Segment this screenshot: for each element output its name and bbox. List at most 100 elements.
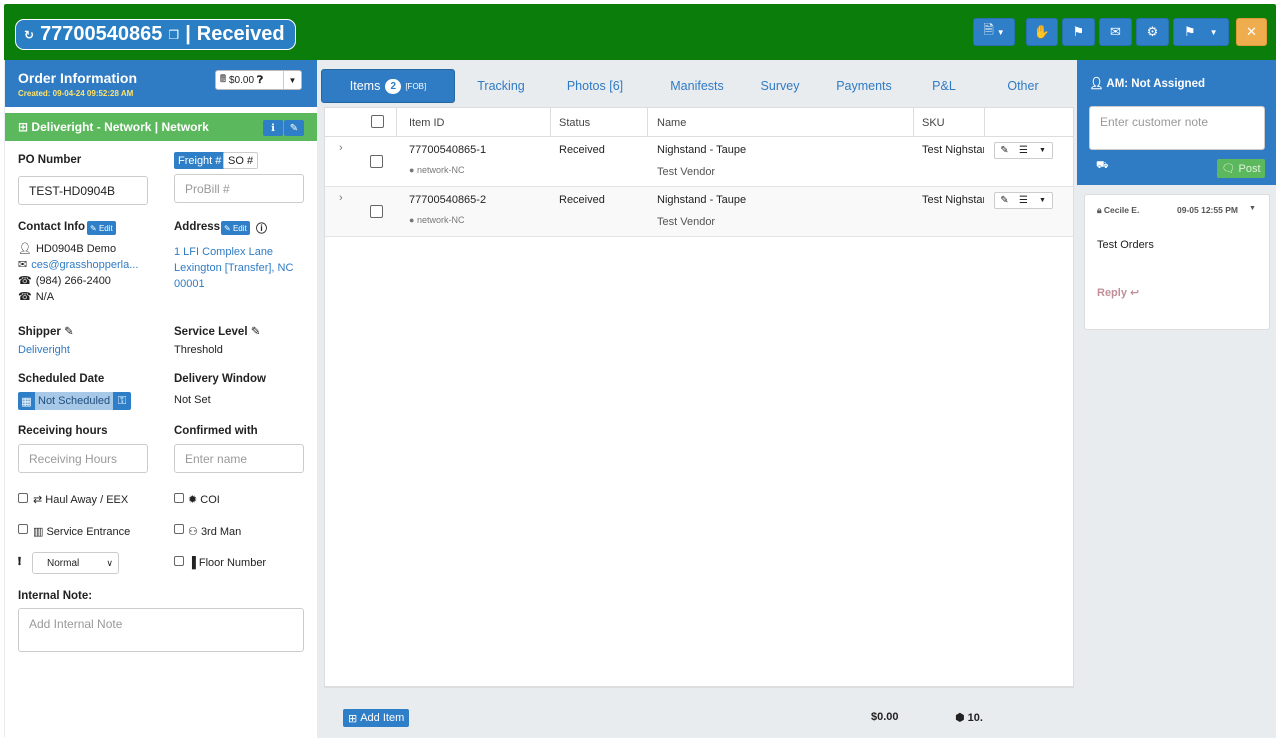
receiving-hours-input[interactable]: Receiving Hours <box>18 444 148 473</box>
info-icon[interactable]: ⓘ <box>256 220 267 236</box>
key-icon[interactable]: ⚿ <box>113 392 132 410</box>
email-button[interactable]: ✉ <box>1099 18 1132 46</box>
caret-down-icon[interactable]: ▼ <box>1033 147 1052 154</box>
item-status: Received <box>559 144 605 156</box>
probill-input[interactable]: ProBill # <box>174 174 304 203</box>
schedule-control[interactable]: ▦ Not Scheduled ⚿ <box>18 392 132 410</box>
flag-button[interactable]: ⚑ <box>1062 18 1095 46</box>
contact-info-label: Contact Info <box>18 221 86 233</box>
contact-edit-button[interactable]: ✎ Edit <box>87 221 116 235</box>
contact-phone: (984) 266-2400 <box>35 275 111 287</box>
contact-email-link[interactable]: ces@grasshopperla... <box>31 259 138 271</box>
header-item-id[interactable]: Item ID <box>409 117 444 129</box>
address-line2[interactable]: Lexington [Transfer], NC <box>174 262 293 274</box>
plus-square-icon: ⊞ <box>348 712 358 725</box>
reply-link[interactable]: Reply ↩ <box>1097 286 1139 299</box>
list-icon[interactable]: ☰ <box>1014 145 1033 156</box>
caret-down-icon: ▼ <box>1209 27 1218 37</box>
post-button[interactable]: 🗨︎ Post <box>1217 159 1265 178</box>
select-all-checkbox[interactable] <box>371 115 384 128</box>
users-icon: ⚇ <box>188 526 198 538</box>
po-number-input[interactable]: TEST-HD0904B <box>18 176 148 205</box>
coi-label: COI <box>200 494 220 506</box>
tab-pl[interactable]: P&L <box>924 69 964 103</box>
row-actions[interactable]: ✎ ☰ ▼ <box>994 192 1053 209</box>
alert-icon: ❗︎ <box>18 556 21 568</box>
add-item-label: Add Item <box>360 712 405 724</box>
tab-payments[interactable]: Payments <box>826 69 902 103</box>
tab-tracking[interactable]: Tracking <box>460 69 542 103</box>
contact-alt-phone: N/A <box>35 291 55 303</box>
row-checkbox[interactable] <box>370 205 383 218</box>
service-level-value: Threshold <box>174 344 223 356</box>
address-edit-button[interactable]: ✎ Edit <box>221 221 250 235</box>
top-bar: ↻ 77700540865 ❐ | Received 🗎 ▼ ✋ ⚑ ✉ ⚙ ⚑ ▼… <box>4 4 1276 60</box>
edit-icon[interactable]: ✎ <box>251 326 261 338</box>
amount-dropdown[interactable]: 🖩 $0.00 ❓︎ ▼ <box>215 70 302 90</box>
order-info-panel: Order Information Created: 09-04-24 09:5… <box>5 60 317 738</box>
flag-check-menu-button[interactable]: ⚑ ▼ <box>1173 18 1229 46</box>
document-menu-button[interactable]: 🗎 ▼ <box>973 18 1015 46</box>
shipper-label-text: Shipper <box>18 326 61 338</box>
tab-photos[interactable]: Photos [6] <box>554 69 636 103</box>
comment-menu-caret-icon[interactable]: ▼ <box>1249 205 1256 212</box>
freight-tab[interactable]: Freight # <box>174 152 226 169</box>
edit-icon[interactable]: ✎ <box>995 145 1014 156</box>
item-id[interactable]: 77700540865-2 <box>409 194 486 206</box>
document-icon: 🗎 <box>983 22 994 37</box>
caret-down-icon[interactable]: ▼ <box>1033 197 1052 204</box>
so-tab[interactable]: SO # <box>223 152 259 169</box>
header-sku[interactable]: SKU <box>922 117 945 129</box>
truck-icon[interactable]: ⛟ <box>1096 160 1109 173</box>
header-status[interactable]: Status <box>559 117 590 129</box>
address-line1[interactable]: 1 LFI Complex Lane <box>174 246 273 258</box>
hand-button[interactable]: ✋ <box>1026 18 1058 46</box>
plus-square-icon[interactable]: ⊞ <box>18 120 28 134</box>
priority-select[interactable]: Normal ∨ <box>32 552 119 574</box>
item-location: network-NC <box>416 215 465 225</box>
list-icon[interactable]: ☰ <box>1014 195 1033 206</box>
third-man-checkbox[interactable] <box>174 524 184 534</box>
order-number: 77700540865 <box>40 23 163 45</box>
service-level-label-text: Service Level <box>174 326 248 338</box>
info-button[interactable]: ℹ <box>263 120 283 136</box>
add-item-button[interactable]: ⊞ Add Item <box>343 709 410 727</box>
service-entrance-checkbox[interactable] <box>18 524 28 534</box>
created-timestamp: Created: 09-04-24 09:52:28 AM <box>18 89 134 98</box>
tab-items[interactable]: Items 2 [FOB] <box>321 69 455 103</box>
phone-icon: ☎ <box>18 275 32 287</box>
shipper-link[interactable]: Deliveright <box>18 344 70 356</box>
envelope-icon: ✉ <box>1110 24 1121 39</box>
order-info-title: Order Information <box>18 70 138 86</box>
header-name[interactable]: Name <box>657 117 686 129</box>
row-checkbox[interactable] <box>370 155 383 168</box>
item-id[interactable]: 77700540865-1 <box>409 144 486 156</box>
floor-number-checkbox[interactable] <box>174 556 184 566</box>
tab-survey[interactable]: Survey <box>745 69 815 103</box>
customer-note-input[interactable]: Enter customer note <box>1089 106 1265 150</box>
haul-away-checkbox[interactable] <box>18 493 28 503</box>
exchange-icon: ⇄ <box>33 494 43 506</box>
lock-icon: 🔒︎ <box>1097 205 1102 215</box>
confirmed-with-input[interactable]: Enter name <box>174 444 304 473</box>
edit-icon[interactable]: ✎ <box>64 326 74 338</box>
expand-chevron-icon[interactable]: › <box>339 142 343 154</box>
settings-button[interactable]: ⚙ <box>1136 18 1169 46</box>
tab-manifests[interactable]: Manifests <box>656 69 738 103</box>
table-row[interactable]: › 77700540865-2 ● network-NC Received Ni… <box>325 187 1073 237</box>
copy-icon[interactable]: ❐ <box>168 28 179 42</box>
close-button[interactable]: ✕ <box>1236 18 1267 46</box>
address-line3[interactable]: 00001 <box>174 278 205 290</box>
edit-network-button[interactable]: ✎ <box>284 120 304 136</box>
internal-note-textarea[interactable]: Add Internal Note <box>18 608 304 652</box>
coi-checkbox[interactable] <box>174 493 184 503</box>
expand-chevron-icon[interactable]: › <box>339 192 343 204</box>
close-icon: ✕ <box>1246 24 1257 39</box>
item-status: Received <box>559 194 605 206</box>
refresh-icon[interactable]: ↻ <box>24 28 34 42</box>
row-actions[interactable]: ✎ ☰ ▼ <box>994 142 1053 159</box>
item-name: Nighstand - Taupe <box>657 144 747 156</box>
tab-other[interactable]: Other <box>998 69 1048 103</box>
edit-icon[interactable]: ✎ <box>995 195 1014 206</box>
table-row[interactable]: › 77700540865-1 ● network-NC Received Ni… <box>325 137 1073 187</box>
